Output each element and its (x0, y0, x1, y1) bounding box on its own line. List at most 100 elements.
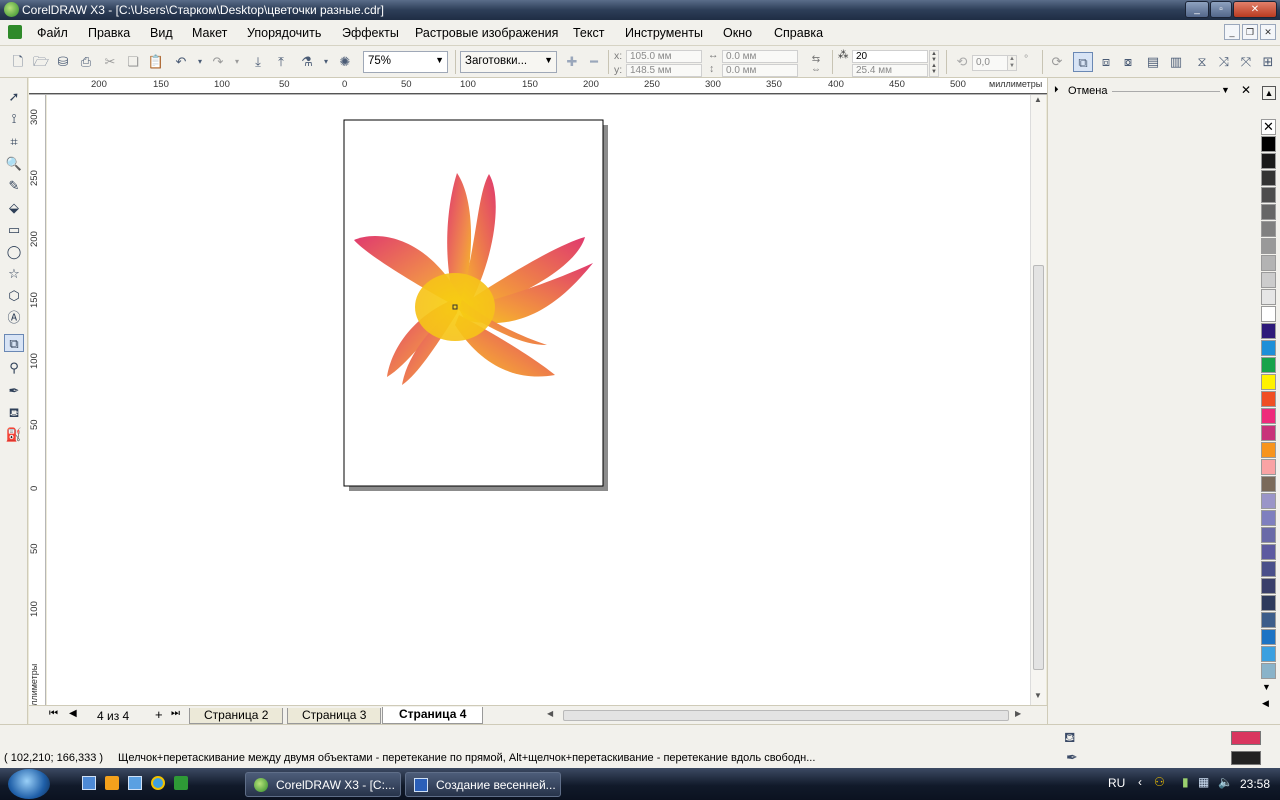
menu-effects[interactable]: Эффекты (342, 26, 399, 40)
menu-help[interactable]: Справка (774, 26, 823, 40)
network-tray-icon[interactable]: ⚇ (1154, 775, 1165, 789)
document-icon[interactable] (8, 25, 22, 39)
new-document-icon[interactable]: 🗋 (8, 52, 28, 72)
outline-tool-icon[interactable]: ✒ (4, 382, 24, 400)
docker-close-icon[interactable]: ✕ (1241, 83, 1251, 97)
scroll-down-icon[interactable]: ▼ (1034, 691, 1042, 700)
import-icon[interactable]: ⤓ (248, 52, 268, 72)
color-acceleration-icon[interactable]: ▥ (1166, 52, 1186, 72)
eyedropper-tool-icon[interactable]: ⚲ (4, 359, 24, 377)
polygon-tool-icon[interactable]: ☆ (4, 265, 24, 283)
palette-swatch[interactable] (1261, 323, 1276, 339)
freehand-tool-icon[interactable]: ✎ (4, 177, 24, 195)
loop-blend-icon[interactable]: ⟳ (1047, 52, 1067, 72)
interactive-fill-tool-icon[interactable]: ⛽ (4, 426, 24, 444)
volume-tray-icon[interactable]: 🔈 (1218, 775, 1233, 789)
task-coreldraw[interactable]: CorelDRAW X3 - [C:... (245, 772, 401, 797)
scroll-right-icon[interactable]: ▶ (1015, 709, 1021, 718)
task-word-document[interactable]: Создание весенней... (405, 772, 561, 797)
add-preset-icon[interactable]: ✚ (562, 52, 582, 72)
menu-edit[interactable]: Правка (88, 26, 130, 40)
text-tool-icon[interactable]: Ⓐ (4, 309, 24, 327)
switch-windows-icon[interactable] (128, 776, 142, 790)
page-tab-3[interactable]: Страница 3 (287, 708, 382, 724)
page-tab-4[interactable]: Страница 4 (382, 707, 484, 724)
drawing-canvas[interactable] (47, 95, 1030, 705)
undo-icon[interactable]: ↶ (171, 52, 191, 72)
pick-tool-icon[interactable]: ➚ (4, 88, 24, 106)
palette-swatch[interactable] (1261, 578, 1276, 594)
palette-swatch[interactable] (1261, 595, 1276, 611)
menu-layout[interactable]: Макет (192, 26, 227, 40)
palette-swatch[interactable] (1261, 561, 1276, 577)
maximize-button[interactable]: ▫ (1210, 1, 1232, 18)
media-player-icon[interactable] (105, 776, 119, 790)
undo-dropdown-icon[interactable]: ▾ (190, 52, 210, 72)
blend-steps-field[interactable]: 20 (852, 50, 928, 63)
horizontal-ruler[interactable]: 200 150 100 50 0 50 100 150 200 250 300 … (29, 78, 1047, 95)
rectangle-tool-icon[interactable]: ▭ (4, 221, 24, 239)
remove-preset-icon[interactable]: ━ (584, 52, 604, 72)
application-launcher-icon[interactable]: ⚗ (297, 52, 317, 72)
redo-icon[interactable]: ↷ (208, 52, 228, 72)
coreldraw-quicklaunch-icon[interactable] (174, 776, 188, 790)
no-fill-swatch[interactable]: ✕ (1261, 119, 1276, 135)
palette-swatch[interactable] (1261, 459, 1276, 475)
miscellaneous-blend-options-icon[interactable]: ⧖ (1192, 52, 1212, 72)
shape-tool-icon[interactable]: ⟟ (4, 110, 24, 128)
palette-swatch[interactable] (1261, 136, 1276, 152)
horizontal-scroll-thumb[interactable] (563, 710, 1009, 721)
coreldraw-app-icon[interactable] (4, 2, 19, 17)
print-icon[interactable]: ⎙ (76, 52, 96, 72)
vertical-ruler[interactable]: 300 250 200 150 100 50 0 50 100 миллимет… (29, 95, 46, 705)
add-page-icon[interactable]: + (155, 707, 163, 722)
palette-swatch[interactable] (1261, 629, 1276, 645)
palette-expand-icon[interactable]: ◀ (1262, 698, 1269, 709)
zoom-tool-icon[interactable]: 🔍 (4, 155, 24, 173)
clock[interactable]: 23:58 (1240, 777, 1270, 791)
palette-swatch[interactable] (1261, 357, 1276, 373)
export-icon[interactable]: ⤒ (271, 52, 291, 72)
first-page-icon[interactable]: ⏮ (49, 708, 58, 719)
palette-swatch[interactable] (1261, 612, 1276, 628)
palette-swatch[interactable] (1261, 391, 1276, 407)
scale-icon[interactable]: ⇔ (806, 60, 826, 80)
ellipse-tool-icon[interactable]: ◯ (4, 243, 24, 261)
palette-swatch[interactable] (1261, 255, 1276, 271)
clockwise-blend-icon[interactable]: ⧈ (1096, 52, 1116, 72)
start-button[interactable] (8, 769, 50, 799)
counterclockwise-blend-icon[interactable]: ⧇ (1118, 52, 1138, 72)
palette-swatch[interactable] (1261, 442, 1276, 458)
palette-swatch[interactable] (1261, 493, 1276, 509)
launcher-dropdown-icon[interactable]: ▾ (316, 52, 336, 72)
save-icon[interactable]: ⛁ (53, 52, 73, 72)
palette-swatch[interactable] (1261, 204, 1276, 220)
palette-swatch[interactable] (1261, 221, 1276, 237)
start-end-properties-icon[interactable]: ⤨ (1214, 52, 1234, 72)
doc-minimize-button[interactable]: _ (1224, 24, 1240, 40)
basic-shapes-tool-icon[interactable]: ⬡ (4, 287, 24, 305)
palette-swatch[interactable] (1261, 153, 1276, 169)
welcome-screen-icon[interactable]: ✺ (335, 52, 355, 72)
zoom-combo[interactable]: 75% ▼ (363, 51, 448, 73)
outline-color-swatch[interactable] (1231, 751, 1261, 765)
crop-tool-icon[interactable]: ⌗ (4, 133, 24, 151)
height-field[interactable]: 0.0 мм (722, 64, 798, 77)
close-button[interactable]: ✕ (1233, 1, 1277, 18)
paste-icon[interactable]: 📋 (146, 52, 166, 72)
y-position-field[interactable]: 148.5 мм (626, 64, 702, 77)
palette-scroll-down-icon[interactable]: ▼ (1262, 682, 1271, 692)
palette-swatch[interactable] (1261, 425, 1276, 441)
docker-menu-icon[interactable]: ▼ (1221, 85, 1230, 95)
minimize-button[interactable]: _ (1185, 1, 1209, 18)
palette-swatch[interactable] (1261, 340, 1276, 356)
path-properties-icon[interactable]: ⤧ (1236, 52, 1256, 72)
last-page-icon[interactable]: ⏭ (171, 708, 180, 719)
menu-tools[interactable]: Инструменты (625, 26, 703, 40)
interactive-blend-tool-icon[interactable]: ⧉ (4, 334, 24, 352)
x-position-field[interactable]: 105.0 мм (626, 50, 702, 63)
scroll-left-icon[interactable]: ◀ (547, 709, 553, 718)
smart-fill-tool-icon[interactable]: ⬙ (4, 199, 24, 217)
battery-tray-icon[interactable]: ▮ (1182, 775, 1189, 789)
internet-explorer-icon[interactable] (151, 776, 165, 790)
